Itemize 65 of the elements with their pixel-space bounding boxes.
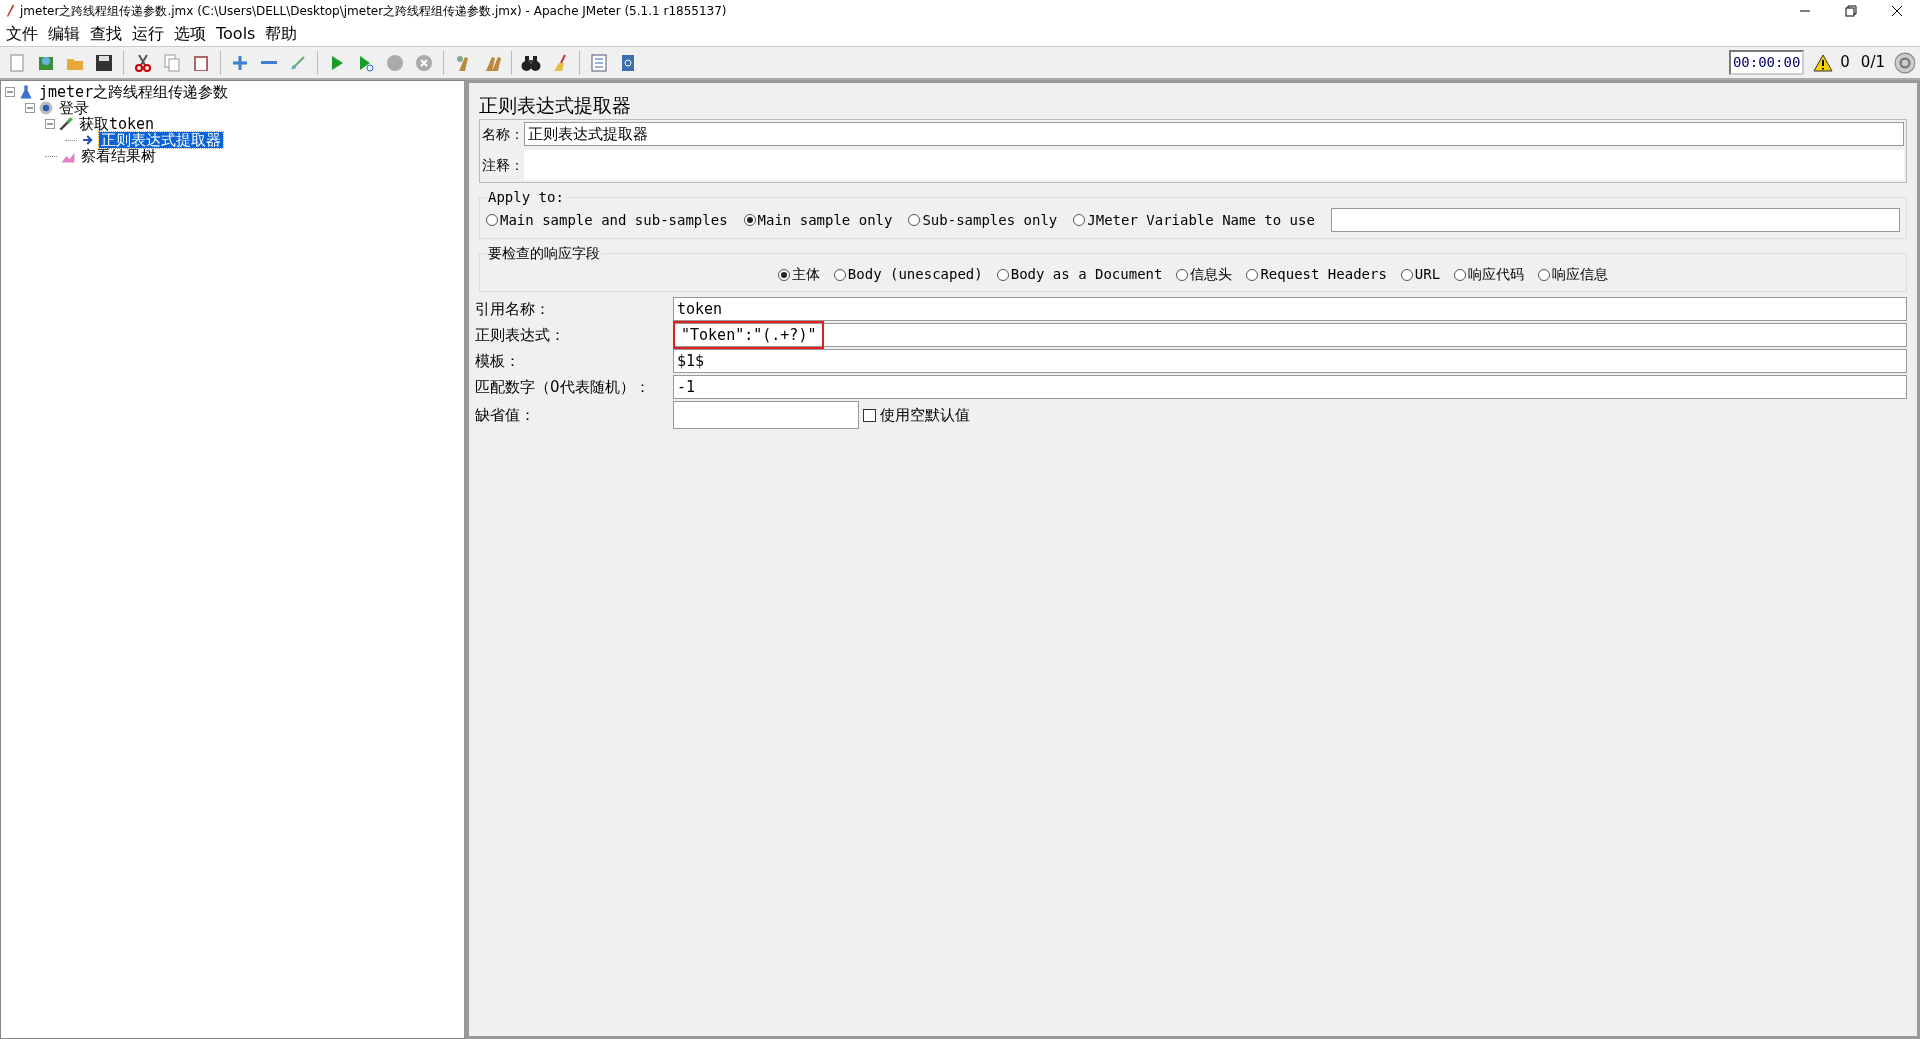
radio-option[interactable]: 主体 [777, 264, 820, 285]
new-file-icon [7, 52, 27, 73]
tree-item[interactable]: 正则表达式提取器 [99, 132, 223, 148]
tree-item[interactable]: jmeter之跨线程组传递参数 [37, 84, 231, 100]
list-icon [589, 52, 609, 73]
stop-icon [385, 52, 405, 73]
radio-option[interactable]: Main sample only [743, 209, 893, 231]
panel-title: 正则表达式提取器 [479, 93, 632, 115]
close-icon[interactable] [1891, 5, 1903, 17]
collapse-toggle[interactable] [25, 103, 35, 113]
radio-option[interactable]: Main sample and sub-samples [486, 209, 728, 231]
radio-option[interactable]: JMeter Variable Name to use [1073, 209, 1315, 231]
field-label: 缺省值： [475, 404, 536, 426]
copy-icon [162, 52, 182, 73]
input-field[interactable]: -1 [673, 375, 1907, 399]
checkbox[interactable]: 使用空默认值 [863, 403, 970, 427]
input-field[interactable]: token [673, 297, 1907, 321]
cut-icon [133, 52, 153, 73]
thread-count: 0/1 [1860, 52, 1885, 74]
gear-icon [38, 100, 54, 116]
input-field[interactable] [1330, 208, 1900, 232]
shutdown-icon [414, 52, 434, 73]
tree-item[interactable]: 察看结果树 [79, 148, 158, 164]
field-label: 正则表达式： [475, 324, 566, 346]
group-label: 要检查的响应字段 [487, 244, 601, 263]
field-label: 匹配数字（0代表随机）： [475, 376, 651, 398]
radio-option[interactable]: Body (unescaped) [833, 264, 983, 285]
input-field[interactable]: "Token":"(.+?)" [673, 323, 1907, 347]
collapse-toggle[interactable] [5, 87, 15, 97]
field-label: 模板： [475, 350, 521, 372]
remote-icon [1894, 51, 1916, 74]
annotation-box: "Token":"(.+?)" [673, 320, 825, 350]
input-field[interactable]: 正则表达式提取器 [524, 122, 1904, 146]
menu-item[interactable]: 查找 [86, 22, 126, 46]
save-icon [94, 52, 114, 73]
field-label: 引用名称： [475, 298, 551, 320]
menu-item[interactable]: 帮助 [261, 22, 302, 46]
input-field[interactable]: $1$ [673, 349, 1907, 373]
radio-option[interactable]: URL [1400, 264, 1441, 285]
group-label: Apply to: [487, 188, 565, 207]
test-plan-icon [18, 84, 34, 100]
menu-item[interactable]: 运行 [128, 22, 168, 46]
tree-item[interactable]: 登录 [57, 100, 91, 116]
menu-item[interactable]: Tools [212, 22, 260, 46]
warning-count: 0 [1840, 52, 1850, 74]
radio-option[interactable]: Body as a Document [996, 264, 1163, 285]
field-label: 注释： [482, 155, 524, 175]
input-field[interactable] [673, 401, 859, 429]
window-title: jmeter之跨线程组传递参数.jmx (C:\Users\DELL\Desktop\jmeter之跨线程组传递参数.jmx) - Apache JMeter (5.1.1 r1855137) [20, 3, 727, 20]
menu-item[interactable]: 编辑 [44, 22, 84, 46]
pipette-icon [58, 116, 74, 132]
menu-item[interactable]: 选项 [170, 22, 210, 46]
minus-icon [261, 61, 277, 64]
radio-option[interactable]: Request Headers [1246, 264, 1387, 285]
radio-option[interactable]: Sub-samples only [908, 209, 1058, 231]
collapse-toggle[interactable] [45, 119, 55, 129]
warning-icon [1813, 52, 1834, 73]
radio-option[interactable]: 信息头 [1176, 264, 1233, 285]
radio-option[interactable]: 响应代码 [1454, 264, 1525, 285]
menu-item[interactable]: 文件 [2, 22, 42, 46]
radio-option[interactable]: 响应信息 [1538, 264, 1609, 285]
field-label: 名称： [482, 124, 524, 144]
restore-icon[interactable] [1845, 5, 1857, 17]
timer-display: 00:00:00 [1728, 50, 1805, 75]
tree-item[interactable]: 获取token [77, 116, 157, 132]
